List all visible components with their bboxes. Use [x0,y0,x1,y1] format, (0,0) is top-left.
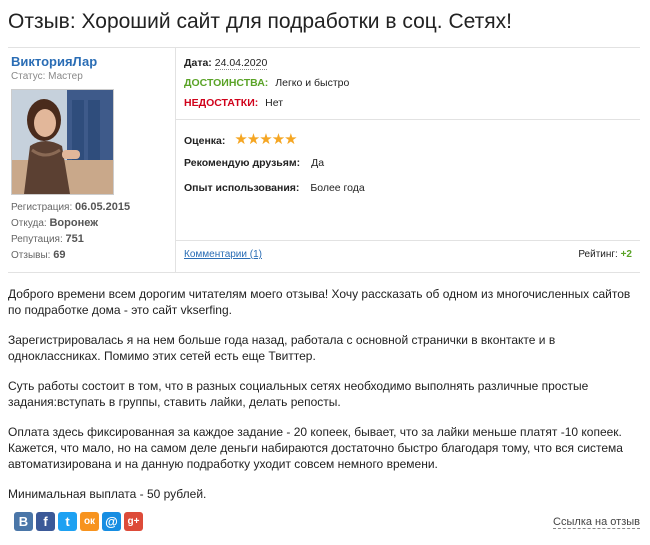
recommend-label: Рекомендую друзьям: [184,157,301,169]
review-rating: Рейтинг: +2 [578,249,632,260]
share-buttons: Вf t ок @ g+ [14,512,143,531]
author-reputation: Репутация: 751 [11,233,84,245]
author-location: Откуда: Воронеж [11,217,98,229]
pros-label: ДОСТОИНСТВА: [184,77,269,89]
date-label: Дата: [184,57,212,69]
divider [175,119,640,120]
author-reviews-count: Отзывы: 69 [11,249,65,261]
cons-label: НЕДОСТАТКИ: [184,97,259,109]
review-cons: НЕДОСТАТКИ: Нет [184,97,283,109]
review-paragraph: Оплата здесь фиксированная за каждое зад… [8,425,623,471]
pros-value: Легко и быстро [275,77,350,89]
vk-icon[interactable]: В [14,512,33,531]
review-body: Доброго времени всем дорогим читателям м… [8,286,640,516]
recommend-value: Да [311,157,325,169]
review-score: Оценка: ★★★★★ [184,130,298,148]
rating-value: +2 [620,249,632,260]
star-icon: ★ [271,131,285,148]
review-recommend: Рекомендую друзьям: Да [184,157,324,169]
review-paragraph: Суть работы состоит в том, что в разных … [8,379,589,409]
meta-value: 69 [53,249,66,261]
star-icon: ★ [234,131,247,148]
review-paragraph: Зарегистрировалась я на нем больше года … [8,333,556,363]
star-icon: ★ [259,131,272,148]
meta-value: 06.05.2015 [75,201,131,213]
review-date: Дата: 24.04.2020 [184,57,268,70]
mailru-icon[interactable]: @ [102,512,121,531]
author-status-label: Статус: [11,71,46,82]
avatar-photo [12,90,113,194]
rating-label: Рейтинг: [578,249,618,260]
meta-label: Откуда: [11,218,47,229]
review-pros: ДОСТОИНСТВА: Легко и быстро [184,77,349,89]
meta-value: Воронеж [49,217,99,229]
review-details: Дата: 24.04.2020 ДОСТОИНСТВА: Легко и бы… [175,48,640,272]
twitter-icon[interactable]: t [58,512,77,531]
meta-label: Отзывы: [11,250,51,261]
avatar[interactable] [11,89,114,195]
score-label: Оценка: [184,135,226,147]
comments-link[interactable]: Комментарии (1) [184,249,262,260]
meta-label: Регистрация: [11,202,73,213]
review-permalink[interactable]: Ссылка на отзыв [553,516,640,529]
googleplus-icon[interactable]: g+ [124,512,143,531]
review-paragraph: Доброго времени всем дорогим читателям м… [8,287,631,317]
page-title: Отзыв: Хороший сайт для подработки в соц… [8,10,512,33]
experience-value: Более года [310,182,365,194]
author-panel: ВикторияЛар Статус: Мастер Регистрация: … [8,48,176,272]
review-paragraph: Минимальная выплата - 50 рублей. [8,487,207,501]
facebook-icon[interactable]: f [36,512,55,531]
star-rating: ★★★★★ [234,131,297,148]
odnoklassniki-icon[interactable]: ок [80,512,99,531]
star-icon: ★ [246,131,260,148]
meta-label: Репутация: [11,234,63,245]
author-status: Статус: Мастер [11,71,83,82]
divider [175,240,640,241]
experience-label: Опыт использования: [184,182,300,194]
date-value: 24.04.2020 [214,57,268,70]
cons-value: Нет [265,97,284,109]
author-status-value: Мастер [48,71,83,82]
author-name[interactable]: ВикторияЛар [11,54,97,69]
star-icon: ★ [284,131,297,148]
meta-value: 751 [65,233,84,245]
author-registration: Регистрация: 06.05.2015 [11,201,130,213]
review-experience: Опыт использования: Более года [184,182,365,194]
review-card: ВикторияЛар Статус: Мастер Регистрация: … [8,47,640,273]
